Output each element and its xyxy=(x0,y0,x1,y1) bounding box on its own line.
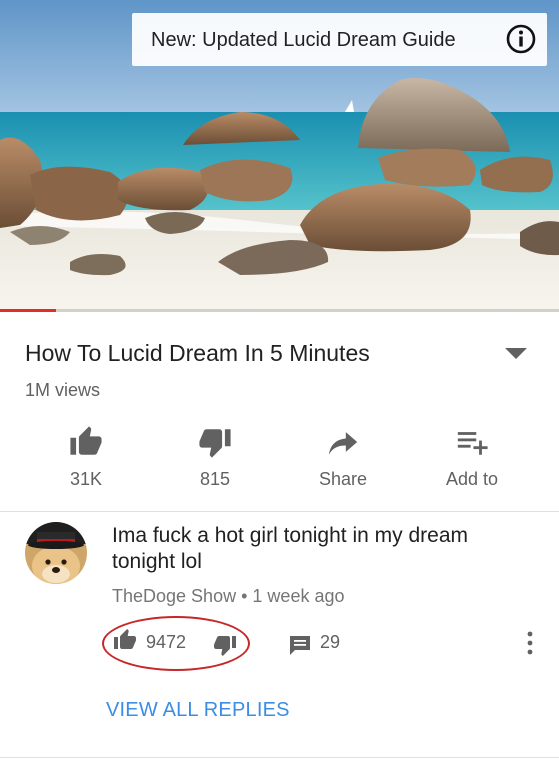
comment-meta: TheDoge Show • 1 week ago xyxy=(112,586,345,607)
add-to-button[interactable]: Add to xyxy=(417,415,527,495)
meta-separator: • xyxy=(241,586,248,606)
chevron-down-icon[interactable] xyxy=(503,345,529,361)
share-button[interactable]: Share xyxy=(288,415,398,495)
reply-count: 29 xyxy=(320,632,341,652)
avatar[interactable] xyxy=(25,522,87,584)
thumbs-down-icon xyxy=(199,429,231,458)
comment-dislike-icon[interactable] xyxy=(212,633,238,657)
action-row: 31K 815 Share Add to xyxy=(0,415,559,495)
like-button[interactable]: 31K xyxy=(31,415,141,495)
info-card[interactable]: New: Updated Lucid Dream Guide xyxy=(132,13,547,66)
divider xyxy=(0,511,559,512)
dislike-button[interactable]: 815 xyxy=(160,415,270,495)
dislike-count: 815 xyxy=(199,469,231,489)
doge-avatar-icon xyxy=(25,522,87,584)
like-count: 31K xyxy=(69,469,103,489)
comment-like-count: 9472 xyxy=(146,632,187,652)
playlist-add-icon xyxy=(457,432,488,455)
video-player[interactable]: New: Updated Lucid Dream Guide xyxy=(0,0,559,312)
reply-icon[interactable] xyxy=(288,634,312,656)
add-to-label: Add to xyxy=(445,469,499,489)
divider xyxy=(0,757,559,758)
comment-text: Ima fuck a hot girl tonight in my dream … xyxy=(112,524,468,573)
info-card-text[interactable]: New: Updated Lucid Dream Guide xyxy=(151,29,456,52)
more-vert-icon[interactable] xyxy=(524,630,536,656)
share-label: Share xyxy=(318,469,368,489)
comment-like-icon[interactable] xyxy=(112,628,138,652)
info-circle-icon[interactable] xyxy=(505,23,537,55)
view-count: 1M views xyxy=(25,380,101,400)
thumbs-up-icon xyxy=(70,426,102,455)
comment-time: 1 week ago xyxy=(252,586,345,606)
video-progress-bar[interactable] xyxy=(0,309,559,312)
view-all-replies-button[interactable]: VIEW ALL REPLIES xyxy=(106,699,290,722)
video-title[interactable]: How To Lucid Dream In 5 Minutes xyxy=(25,340,370,367)
comment-author[interactable]: TheDoge Show xyxy=(112,586,236,606)
share-icon xyxy=(328,432,358,455)
video-progress-fill xyxy=(0,309,56,312)
